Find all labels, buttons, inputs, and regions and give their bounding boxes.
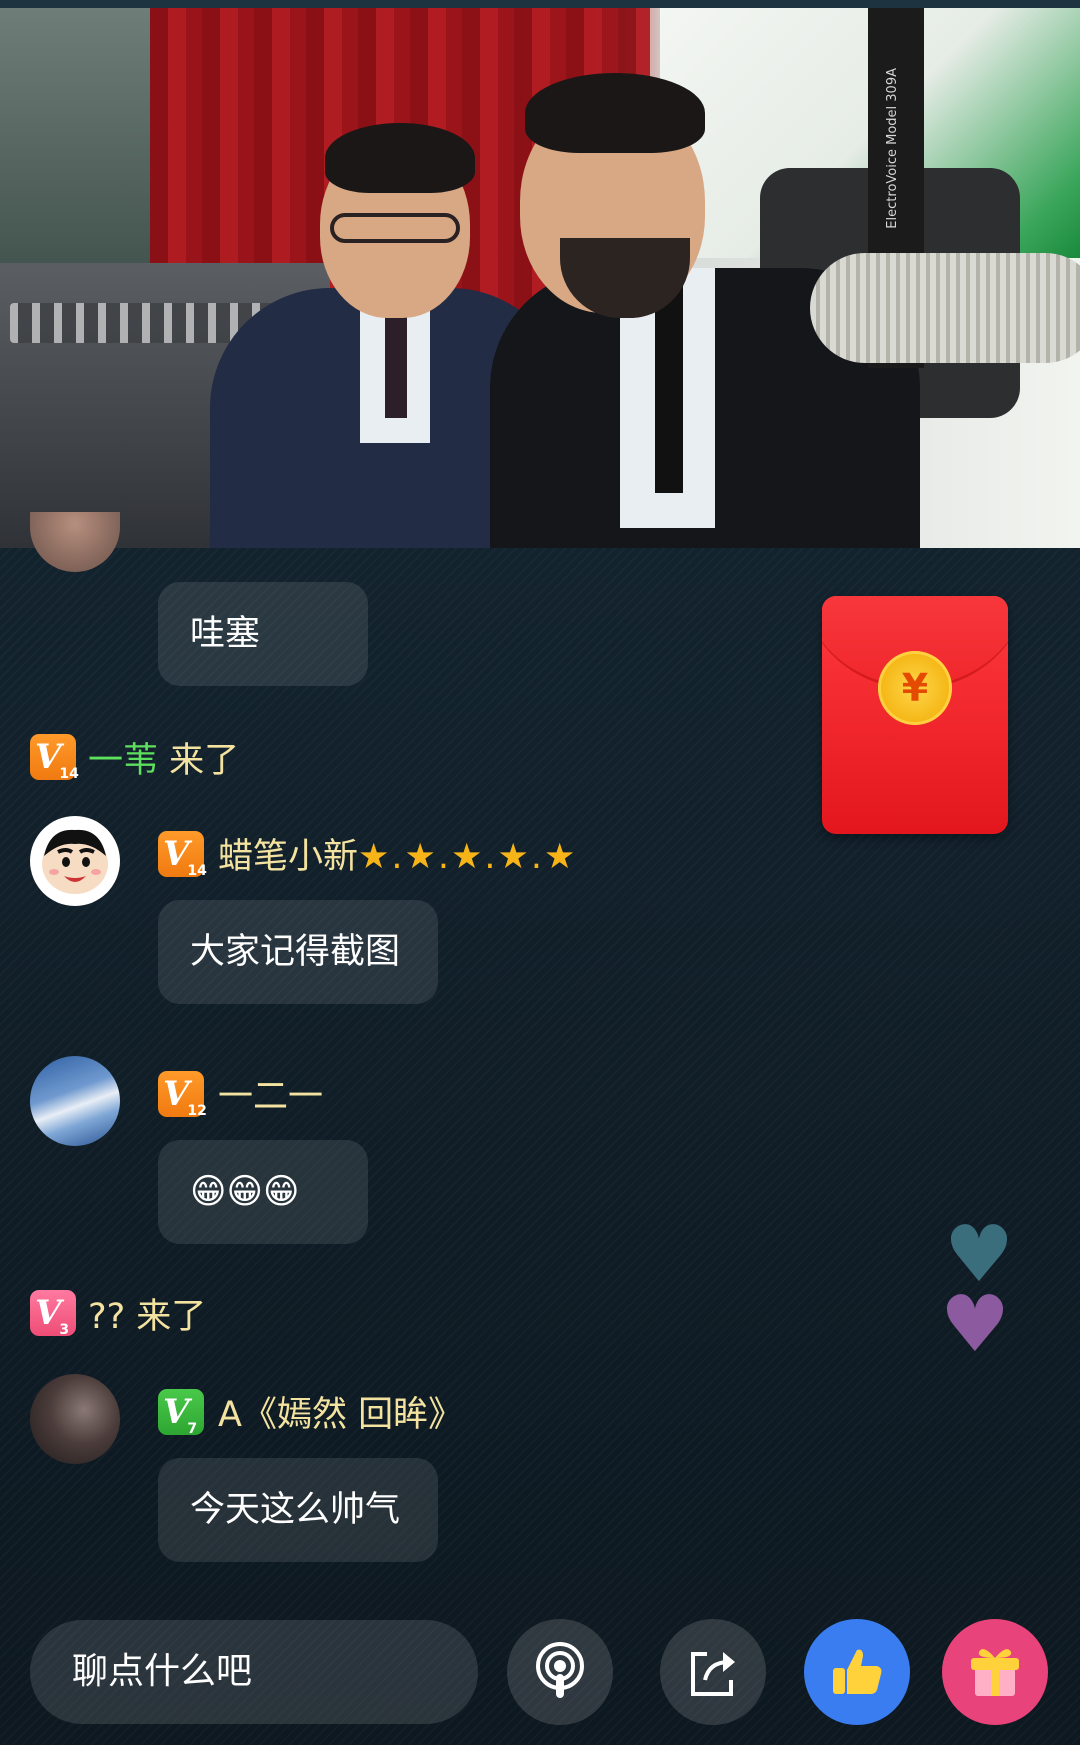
crayon-shinchan-avatar[interactable] [30,816,120,906]
gift-button[interactable] [942,1619,1048,1725]
microphone-label: ElectroVoice Model 309A [885,68,900,229]
username[interactable]: 蜡笔小新 [218,837,358,877]
level-badge: V14 [158,831,207,879]
yuan-coin-icon: ¥ [878,651,952,725]
chat-area[interactable]: 哇塞 V14 一苇 来了 V14 蜡笔小新★.★.★.★.★ 大家记得截图 V1… [0,512,1080,1745]
status-strip [0,0,1080,8]
like-button[interactable] [804,1619,910,1725]
username[interactable]: 一二一 [218,1077,323,1117]
portrait-avatar[interactable] [30,1374,120,1464]
level-badge: V12 [158,1071,207,1119]
entry-notice: 一苇 来了 [88,732,239,783]
sender-line: 蜡笔小新★.★.★.★.★ [218,828,577,879]
podcast-button[interactable] [507,1619,613,1725]
chat-input[interactable]: 聊点什么吧 [30,1620,478,1724]
username[interactable]: 一苇 [88,741,158,781]
sender-line: A《嫣然 回眸》 [218,1386,463,1437]
share-button[interactable] [660,1619,766,1725]
chat-bubble: 😁😁😁 [158,1140,368,1244]
red-packet-button[interactable]: ¥ [822,596,1008,834]
chat-bubble: 今天这么帅气 [158,1458,438,1562]
username[interactable]: ?? [88,1297,125,1337]
thumbs-up-icon [833,1649,882,1694]
sender-line: 一二一 [218,1068,323,1119]
level-badge: V14 [30,734,79,782]
gift-icon [971,1649,1019,1696]
username[interactable]: A《嫣然 回眸》 [218,1395,463,1435]
sky-avatar[interactable] [30,1056,120,1146]
entry-action: 来了 [169,741,240,781]
level-badge: V7 [158,1389,204,1437]
floating-heart-icon: ♥ [940,1280,1010,1370]
podcast-icon [536,1642,584,1698]
entry-action: 来了 [136,1297,207,1337]
avatar[interactable] [30,512,120,572]
chat-bubble: 哇塞 [158,582,368,686]
star-decoration: ★.★.★.★.★ [358,837,578,877]
chat-bubble: 大家记得截图 [158,900,438,1004]
live-video[interactable]: ElectroVoice Model 309A [0,8,1080,548]
entry-notice: ?? 来了 [88,1288,206,1339]
share-icon [691,1652,735,1696]
level-badge: V3 [30,1290,76,1338]
microphone [810,253,1080,363]
